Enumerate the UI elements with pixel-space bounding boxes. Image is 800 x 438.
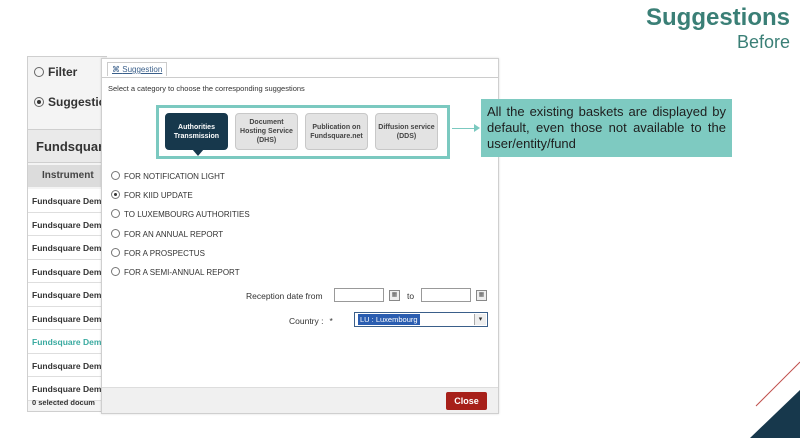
tab-divider: [102, 77, 498, 78]
country-label-text: Country :: [289, 316, 324, 326]
radio-unchecked-icon: [111, 266, 120, 276]
radio-checked-icon: [111, 190, 120, 200]
category-diffusion[interactable]: Diffusion service (DDS): [375, 113, 438, 150]
option-semi-annual-report[interactable]: FOR A SEMI-ANNUAL REPORT: [111, 266, 250, 286]
table-row[interactable]: Fundsquare Dem: [28, 236, 107, 260]
option-label: FOR A SEMI-ANNUAL REPORT: [124, 267, 240, 277]
radio-unchecked-icon: [111, 171, 120, 180]
tab-suggestion-label: Suggestion: [122, 65, 163, 74]
instruction-text: Select a category to choose the correspo…: [108, 84, 305, 93]
table-row[interactable]: Fundsquare Dem: [28, 353, 107, 377]
country-label: Country : *: [289, 316, 333, 326]
option-label: FOR A PROSPECTUS: [124, 248, 205, 258]
option-kiid-update[interactable]: FOR KIID UPDATE: [111, 190, 250, 209]
suggestion-dialog: ⌘ Suggestion Select a category to choose…: [101, 58, 499, 414]
option-label: TO LUXEMBOURG AUTHORITIES: [124, 210, 250, 220]
option-annual-report[interactable]: FOR AN ANNUAL REPORT: [111, 228, 250, 248]
date-to-label: to: [407, 291, 415, 301]
calendar-icon[interactable]: ▦: [389, 290, 400, 301]
table-row-selected[interactable]: Fundsquare Dem: [28, 330, 107, 354]
country-select[interactable]: LU : Luxembourg ▾: [354, 312, 488, 327]
date-from-input[interactable]: [334, 288, 384, 302]
table-row[interactable]: Fundsquare Dem: [28, 377, 107, 401]
option-label: FOR NOTIFICATION LIGHT: [124, 172, 225, 181]
callout-note: All the existing baskets are displayed b…: [481, 99, 732, 157]
corner-decoration: [750, 361, 800, 438]
option-prospectus[interactable]: FOR A PROSPECTUS: [111, 247, 250, 267]
table-row[interactable]: Fundsquare Dem: [28, 259, 107, 283]
option-label: FOR AN ANNUAL REPORT: [124, 229, 224, 239]
category-document-hosting[interactable]: Document Hosting Service (DHS): [235, 113, 298, 150]
radio-checked-icon: [34, 97, 44, 107]
slide-title: Suggestions Before: [646, 4, 790, 52]
option-luxembourg-authorities[interactable]: TO LUXEMBOURG AUTHORITIES: [111, 209, 250, 228]
callout-arrow-icon: [474, 124, 480, 132]
tab-suggestion[interactable]: ⌘ Suggestion: [107, 62, 168, 76]
option-label: FOR KIID UPDATE: [124, 191, 193, 201]
suggestion-options: FOR NOTIFICATION LIGHT FOR KIID UPDATE T…: [111, 171, 250, 286]
filter-radio[interactable]: Filter: [34, 65, 77, 79]
radio-unchecked-icon: [34, 67, 44, 77]
country-select-value: LU : Luxembourg: [358, 314, 420, 325]
reception-date-label: Reception date from: [246, 291, 323, 301]
category-authorities-transmission[interactable]: Authorities Transmission: [165, 113, 228, 156]
required-mark: *: [329, 316, 333, 326]
fund-header: Fundsquare: [28, 129, 107, 163]
close-button[interactable]: Close: [446, 392, 487, 410]
fund-list: Fundsquare Dem Fundsquare Dem Fundsquare…: [28, 189, 107, 401]
slide-subtitle: Before: [736, 32, 790, 52]
dialog-footer: Close: [102, 387, 498, 413]
date-to-input[interactable]: [421, 288, 471, 302]
suggestion-label: Suggestion: [48, 95, 107, 109]
slide-title-main: Suggestions: [645, 4, 790, 31]
selected-count: 0 selected docum: [32, 398, 95, 407]
column-header-instrument[interactable]: Instrument: [28, 165, 107, 187]
filter-label: Filter: [48, 65, 78, 79]
suggestion-radio[interactable]: Suggestion: [34, 95, 107, 109]
radio-unchecked-icon: [111, 209, 120, 219]
calendar-icon[interactable]: ▦: [476, 290, 487, 301]
option-notification-light[interactable]: FOR NOTIFICATION LIGHT: [111, 171, 250, 190]
suggestion-tab-icon: ⌘: [112, 65, 120, 74]
table-row[interactable]: Fundsquare Dem: [28, 212, 107, 236]
radio-unchecked-icon: [111, 228, 120, 238]
category-selector: Authorities Transmission Document Hostin…: [156, 105, 450, 159]
category-publication[interactable]: Publication on Fundsquare.net: [305, 113, 368, 150]
background-panel: Filter Suggestion Fundsquare Instrument …: [27, 56, 107, 412]
radio-unchecked-icon: [111, 247, 120, 257]
table-row[interactable]: Fundsquare Dem: [28, 306, 107, 330]
table-row[interactable]: Fundsquare Dem: [28, 189, 107, 213]
table-row[interactable]: Fundsquare Dem: [28, 283, 107, 307]
chevron-down-icon[interactable]: ▾: [474, 314, 486, 325]
